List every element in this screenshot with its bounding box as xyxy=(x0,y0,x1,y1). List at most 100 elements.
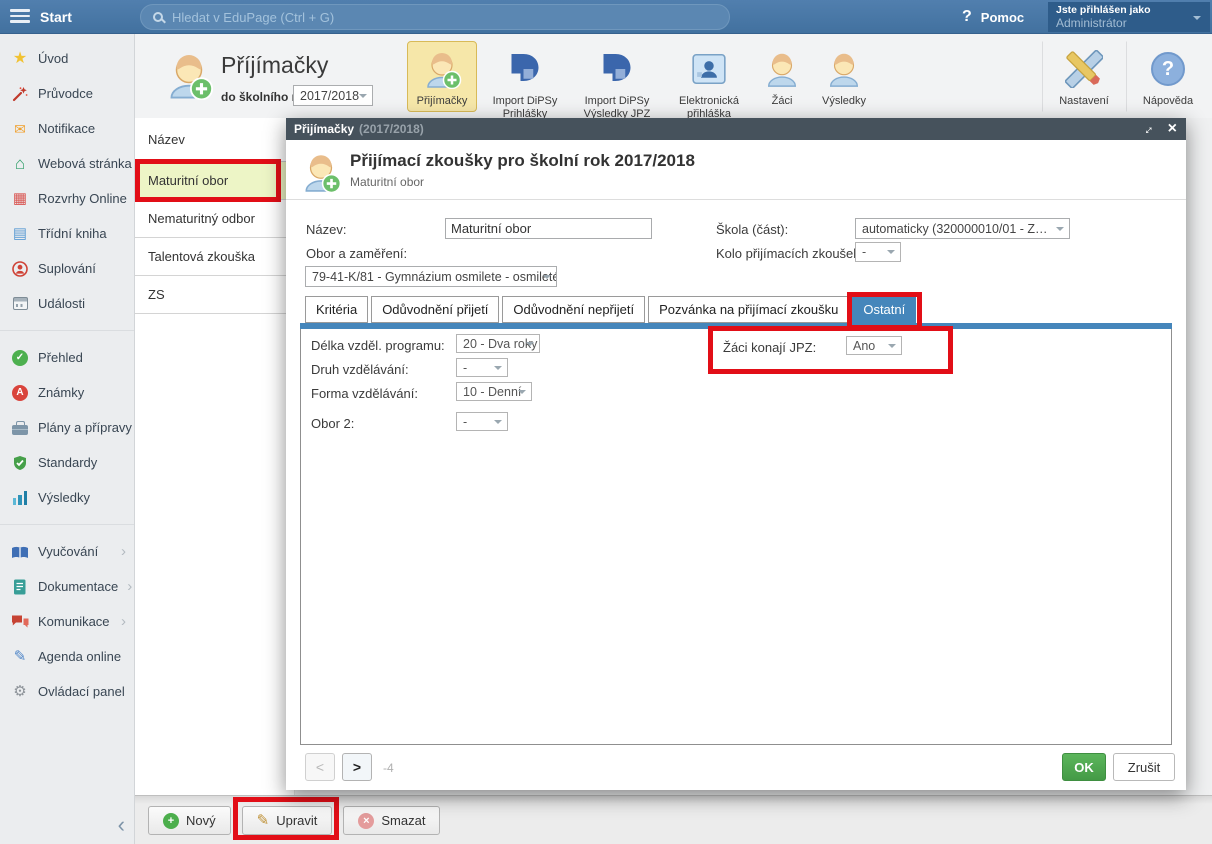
records-list: Název Maturitní obor Nematuritný odbor T… xyxy=(135,118,295,795)
tab-oduvodneni-prijeti[interactable]: Odůvodnění přijetí xyxy=(371,296,499,323)
dialog-footer: < > -4 OK Zrušit xyxy=(286,745,1186,790)
edit-button[interactable]: ✎ Upravit xyxy=(242,806,333,835)
dipsy-icon xyxy=(486,46,564,92)
sidebar-item-uvod[interactable]: ★ Úvod xyxy=(0,41,134,76)
forma-label: Forma vzdělávání: xyxy=(311,386,418,401)
sidebar-item-vyucovani[interactable]: Vyučování › xyxy=(0,534,134,569)
sidebar-collapse-button[interactable]: ‹ xyxy=(118,814,125,836)
sidebar-item-prehled[interactable]: ✓ Přehled xyxy=(0,340,134,375)
ok-button[interactable]: OK xyxy=(1062,753,1106,781)
toolbar-item-zaci[interactable]: Žáci xyxy=(757,41,807,112)
obor-label: Obor a zaměření: xyxy=(306,246,407,261)
cancel-button[interactable]: Zrušit xyxy=(1113,753,1175,781)
search-box[interactable] xyxy=(140,4,730,30)
star-icon: ★ xyxy=(11,51,29,67)
toolbar-item-import-dipsy-prihlasky[interactable]: Import DiPSyPrihlášky xyxy=(483,41,567,124)
sidebar-item-standardy[interactable]: Standardy xyxy=(0,445,134,480)
sidebar-item-agenda-online[interactable]: ✎ Agenda online xyxy=(0,639,134,674)
dialog-titlebar: Přijímačky(2017/2018) × xyxy=(286,118,1186,140)
sidebar-item-plany-a-pripravy[interactable]: Plány a přípravy xyxy=(0,410,134,445)
chevron-right-icon: › xyxy=(121,613,126,630)
person-icon xyxy=(760,46,804,92)
help-menu[interactable]: ? Pomoc xyxy=(962,0,1024,34)
chevron-right-icon: › xyxy=(121,543,126,560)
sidebar-item-label: Třídní kniha xyxy=(38,226,107,241)
notebook-icon: ▤ xyxy=(11,226,29,242)
toolbar-item-napoveda[interactable]: ? Nápověda xyxy=(1126,41,1210,112)
druh-label: Druh vzdělávání: xyxy=(311,362,409,377)
pencil-icon: ✎ xyxy=(257,813,270,828)
grade-icon: A xyxy=(11,385,29,401)
jpz-select[interactable]: Ano xyxy=(846,336,902,355)
pager-next-button[interactable]: > xyxy=(342,753,372,781)
page-title: Příjímačky xyxy=(221,52,328,79)
chat-icon xyxy=(11,614,29,629)
eapplication-icon xyxy=(670,46,748,92)
sidebar-item-label: Rozvrhy Online xyxy=(38,191,127,206)
page-header: Příjímačky do školního roku: 2017/2018 P… xyxy=(135,34,1212,118)
list-item-zs[interactable]: ZS xyxy=(135,276,294,314)
person-circle-icon xyxy=(11,261,29,277)
tab-kriteria[interactable]: Kritéria xyxy=(305,296,368,323)
bottom-action-bar: + Nový ✎ Upravit × Smazat xyxy=(135,795,1212,844)
skola-select[interactable]: automaticky (320000010/01 - Z… xyxy=(855,218,1070,239)
sidebar-item-komunikace[interactable]: Komunikace › xyxy=(0,604,134,639)
sidebar-separator xyxy=(0,330,134,331)
sidebar-item-udalosti[interactable]: Události xyxy=(0,286,134,321)
jpz-label: Žáci konají JPZ: xyxy=(723,340,816,355)
toolbar-item-elektronicka-prihlaska[interactable]: Elektronickápřihláška xyxy=(667,41,751,124)
sidebar-item-ovladaci-panel[interactable]: ⚙ Ovládací panel xyxy=(0,674,134,709)
skola-label: Škola (část): xyxy=(716,222,788,237)
delka-select[interactable]: 20 - Dva roky xyxy=(456,334,540,353)
sidebar-item-label: Webová stránka xyxy=(38,156,132,171)
druh-select[interactable]: - xyxy=(456,358,508,377)
obor-select[interactable]: 79-41-K/81 - Gymnázium osmilete - osmile… xyxy=(305,266,557,287)
obor2-select[interactable]: - xyxy=(456,412,508,431)
nazev-input[interactable] xyxy=(445,218,652,239)
kolo-label: Kolo přijímacích zkoušek: xyxy=(716,246,863,261)
start-button[interactable]: Start xyxy=(40,0,72,34)
logged-in-user: Administrátor xyxy=(1056,16,1202,30)
kolo-select[interactable]: - xyxy=(855,242,901,262)
sidebar-item-znamky[interactable]: A Známky xyxy=(0,375,134,410)
sidebar-item-dokumentace[interactable]: Dokumentace › xyxy=(0,569,134,604)
toolbar-item-import-dipsy-vysledky[interactable]: Import DiPSyVýsledky JPZ xyxy=(573,41,661,124)
tab-ostatni[interactable]: Ostatní xyxy=(852,296,916,323)
sidebar-item-vysledky[interactable]: Výsledky xyxy=(0,480,134,515)
close-icon[interactable]: × xyxy=(1168,118,1177,140)
sidebar-item-suplovani[interactable]: Suplování xyxy=(0,251,134,286)
new-button[interactable]: + Nový xyxy=(148,806,231,835)
briefcase-icon xyxy=(11,421,29,435)
search-icon xyxy=(153,12,163,22)
sidebar-item-notifikace[interactable]: ✉ Notifikace xyxy=(0,111,134,146)
tab-oduvodneni-neprijeti[interactable]: Odůvodnění nepřijetí xyxy=(502,296,645,323)
toolbar-item-nastaveni[interactable]: Nastavení xyxy=(1042,41,1126,112)
sidebar-item-rozvrhy-online[interactable]: ▦ Rozvrhy Online xyxy=(0,181,134,216)
search-input[interactable] xyxy=(172,10,717,25)
dipsy-icon xyxy=(576,46,658,92)
menu-icon[interactable] xyxy=(10,9,30,25)
list-item-maturitni-obor[interactable]: Maturitní obor xyxy=(135,162,294,200)
expand-icon[interactable] xyxy=(1139,118,1155,140)
sidebar-item-label: Ovládací panel xyxy=(38,684,125,699)
dialog-heading-section: Přijímací zkoušky pro školní rok 2017/20… xyxy=(286,140,1186,200)
pager-prev-button[interactable]: < xyxy=(305,753,335,781)
user-menu[interactable]: Jste přihlášen jako Administrátor xyxy=(1048,2,1210,32)
sidebar-item-webova-stranka[interactable]: ⌂ Webová stránka xyxy=(0,146,134,181)
person-plus-icon xyxy=(164,50,214,105)
list-item-nematuritny-odbor[interactable]: Nematuritný odbor xyxy=(135,200,294,238)
school-year-select[interactable]: 2017/2018 xyxy=(293,85,373,106)
delete-button[interactable]: × Smazat xyxy=(343,806,440,835)
list-item-talentova-zkouska[interactable]: Talentová zkouška xyxy=(135,238,294,276)
check-circle-icon: ✓ xyxy=(11,350,29,366)
sidebar-item-tridni-kniha[interactable]: ▤ Třídní kniha xyxy=(0,216,134,251)
logged-in-label: Jste přihlášen jako xyxy=(1056,4,1202,16)
plus-icon: + xyxy=(163,813,179,829)
sidebar-item-pruvodce[interactable]: Průvodce xyxy=(0,76,134,111)
toolbar-item-prijimacky[interactable]: Přijímačky xyxy=(407,41,477,112)
forma-select[interactable]: 10 - Denní xyxy=(456,382,532,401)
tab-pozvanka[interactable]: Pozvánka na přijímací zkoušku xyxy=(648,296,849,323)
person-plus-icon xyxy=(300,151,342,198)
toolbar-item-vysledky[interactable]: Výsledky xyxy=(813,41,875,112)
nazev-label: Název: xyxy=(306,222,346,237)
